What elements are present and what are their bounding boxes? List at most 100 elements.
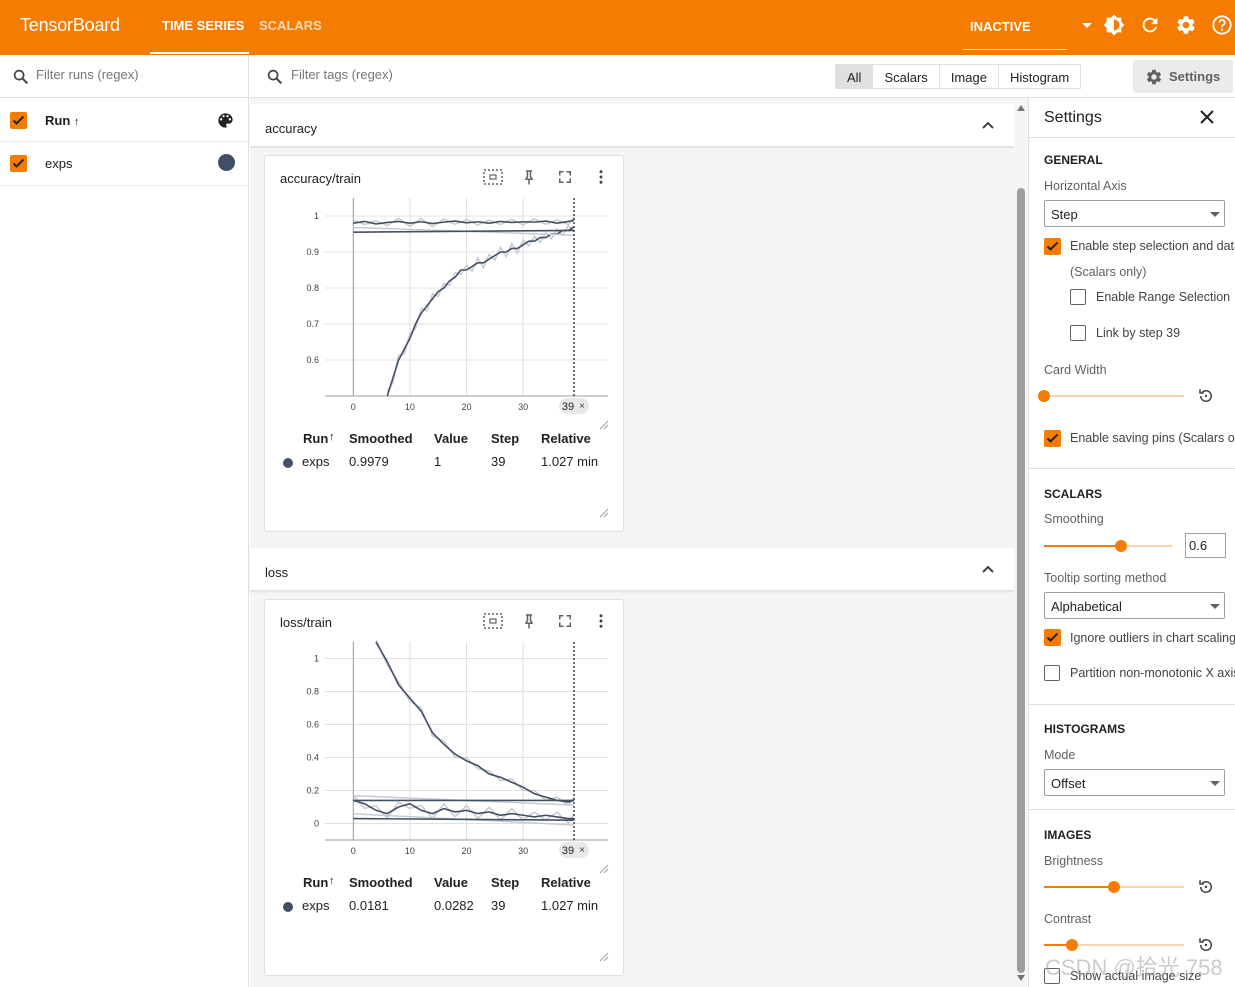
tooltip-sort-select[interactable]: Alphabetical bbox=[1044, 592, 1225, 619]
reset-icon[interactable] bbox=[1197, 878, 1215, 896]
horizontal-axis-value: Step bbox=[1051, 207, 1078, 222]
general-heading: GENERAL bbox=[1044, 153, 1103, 167]
histogram-mode-label: Mode bbox=[1044, 748, 1076, 762]
runs-filter-input[interactable] bbox=[36, 67, 236, 82]
divider bbox=[1029, 468, 1235, 469]
resize-handle-icon[interactable] bbox=[599, 952, 609, 962]
resize-handle-icon[interactable] bbox=[599, 420, 609, 430]
smoothing-label: Smoothing bbox=[1044, 512, 1104, 526]
col-step: Step bbox=[491, 431, 520, 446]
smoothing-slider-knob[interactable] bbox=[1114, 540, 1127, 552]
palette-icon[interactable] bbox=[216, 111, 235, 130]
chevron-up-icon[interactable] bbox=[981, 120, 995, 130]
line-chart-loss-train[interactable]: 00.20.40.60.810 10 20 30 39 × bbox=[265, 640, 623, 875]
more-vert-icon[interactable] bbox=[592, 612, 610, 630]
tab-time-series[interactable]: TIME SERIES bbox=[162, 18, 244, 33]
link-step-checkbox[interactable] bbox=[1070, 325, 1086, 341]
histogram-mode-select[interactable]: Offset bbox=[1044, 769, 1225, 796]
group-header-accuracy[interactable]: accuracy bbox=[250, 104, 1014, 147]
col-smoothed: Smoothed bbox=[349, 875, 413, 890]
run-color-dot bbox=[283, 458, 293, 468]
pin-icon[interactable] bbox=[520, 612, 538, 630]
main-scrollbar[interactable] bbox=[1014, 98, 1028, 987]
type-histogram-button[interactable]: Histogram bbox=[999, 65, 1080, 88]
group-header-loss[interactable]: loss bbox=[250, 548, 1014, 591]
col-relative: Relative bbox=[541, 875, 591, 890]
step-selection-checkbox[interactable] bbox=[1044, 238, 1061, 255]
series-smoothed-line bbox=[353, 229, 575, 233]
run-checkbox[interactable] bbox=[10, 155, 27, 172]
card-width-label: Card Width bbox=[1044, 363, 1107, 377]
runs-column-header[interactable]: Run ↑ bbox=[45, 113, 79, 128]
run-color-swatch[interactable] bbox=[218, 154, 235, 171]
cards-grid: accuracy accuracy/train 0.6 0.7 0.8 0.9 1 0 10… bbox=[250, 98, 1014, 987]
cell-step: 39 bbox=[491, 454, 506, 469]
fit-domain-icon[interactable] bbox=[483, 168, 503, 186]
card-width-slider-knob[interactable] bbox=[1038, 390, 1050, 402]
chevron-up-icon[interactable] bbox=[981, 564, 995, 574]
plugin-status-text: INACTIVE bbox=[970, 19, 1031, 34]
y-tick-label: 0.6 bbox=[306, 355, 319, 365]
more-vert-icon[interactable] bbox=[592, 168, 610, 186]
col-value: Value bbox=[434, 875, 468, 890]
scalars-heading: SCALARS bbox=[1044, 487, 1103, 501]
help-icon[interactable] bbox=[1211, 14, 1233, 36]
line-chart-accuracy-train[interactable]: 0.60.70.80.910 10 20 30 39 × bbox=[265, 196, 623, 431]
type-all-button[interactable]: All bbox=[836, 65, 874, 88]
plugin-status-select[interactable]: INACTIVE bbox=[963, 10, 1067, 50]
ignore-outliers-checkbox[interactable] bbox=[1044, 629, 1061, 646]
select-all-runs-checkbox[interactable] bbox=[10, 112, 27, 129]
chevron-down-icon[interactable] bbox=[1082, 23, 1092, 28]
resize-handle-icon[interactable] bbox=[599, 508, 609, 518]
fullscreen-icon[interactable] bbox=[556, 612, 574, 630]
y-tick-label: 0.7 bbox=[306, 319, 319, 329]
tooltip-sort-label: Tooltip sorting method bbox=[1044, 571, 1167, 585]
tab-scalars[interactable]: SCALARS bbox=[259, 18, 322, 33]
histogram-mode-value: Offset bbox=[1051, 776, 1086, 791]
partition-checkbox[interactable] bbox=[1044, 665, 1060, 681]
cell-relative: 1.027 min bbox=[541, 454, 599, 469]
fit-domain-icon[interactable] bbox=[483, 612, 503, 630]
smoothing-value-input[interactable]: 0.6 bbox=[1185, 533, 1226, 558]
scalar-card-loss: loss/train 0 0.2 0.4 0.6 0.8 1 0 10 20 30 39 × Run … bbox=[264, 599, 624, 976]
type-image-button[interactable]: Image bbox=[940, 65, 999, 88]
gear-icon[interactable] bbox=[1175, 14, 1197, 36]
group-title: accuracy bbox=[265, 121, 318, 136]
refresh-icon[interactable] bbox=[1139, 14, 1161, 36]
step-badge-label: 39 bbox=[562, 845, 574, 857]
horizontal-axis-select[interactable]: Step bbox=[1044, 200, 1225, 227]
scroll-up-icon[interactable] bbox=[1017, 105, 1025, 111]
theme-toggle-icon[interactable] bbox=[1103, 14, 1125, 36]
scroll-down-icon[interactable] bbox=[1017, 975, 1025, 981]
app-brand[interactable]: TensorBoard bbox=[20, 15, 120, 36]
scrollbar-thumb[interactable] bbox=[1017, 188, 1025, 973]
cell-value: 0.0282 bbox=[434, 898, 474, 913]
brightness-slider-knob[interactable] bbox=[1108, 881, 1120, 893]
pin-icon[interactable] bbox=[520, 168, 538, 186]
reset-icon[interactable] bbox=[1197, 387, 1215, 405]
x-tick-label: 20 bbox=[461, 846, 471, 856]
resize-handle-icon[interactable] bbox=[599, 864, 609, 874]
settings-button-label: Settings bbox=[1169, 69, 1221, 84]
x-tick-label: 30 bbox=[518, 402, 528, 412]
series-smoothed-line bbox=[375, 641, 575, 803]
settings-pane: Settings GENERAL Horizontal Axis Step En… bbox=[1028, 98, 1235, 987]
range-selection-checkbox[interactable] bbox=[1070, 289, 1086, 305]
type-scalars-button[interactable]: Scalars bbox=[873, 65, 940, 88]
close-icon: × bbox=[579, 401, 585, 412]
col-run: Run bbox=[303, 875, 329, 890]
watermark: CSDN @拾光 758 bbox=[1045, 955, 1223, 980]
series-raw-line bbox=[375, 640, 575, 807]
divider bbox=[1029, 704, 1235, 705]
scalar-card-accuracy: accuracy/train 0.6 0.7 0.8 0.9 1 0 10 20 30 39 × R… bbox=[264, 155, 624, 532]
tags-filter-input[interactable] bbox=[291, 67, 491, 82]
card-width-slider-track[interactable] bbox=[1044, 395, 1184, 397]
settings-button[interactable]: Settings bbox=[1133, 60, 1233, 93]
col-smoothed: Smoothed bbox=[349, 431, 413, 446]
x-tick-label: 10 bbox=[405, 402, 415, 412]
run-row-exps[interactable]: exps bbox=[0, 142, 248, 186]
saving-pins-checkbox[interactable] bbox=[1044, 430, 1061, 447]
y-tick-label: 0.8 bbox=[306, 283, 319, 293]
fullscreen-icon[interactable] bbox=[556, 168, 574, 186]
close-icon[interactable] bbox=[1200, 110, 1214, 124]
